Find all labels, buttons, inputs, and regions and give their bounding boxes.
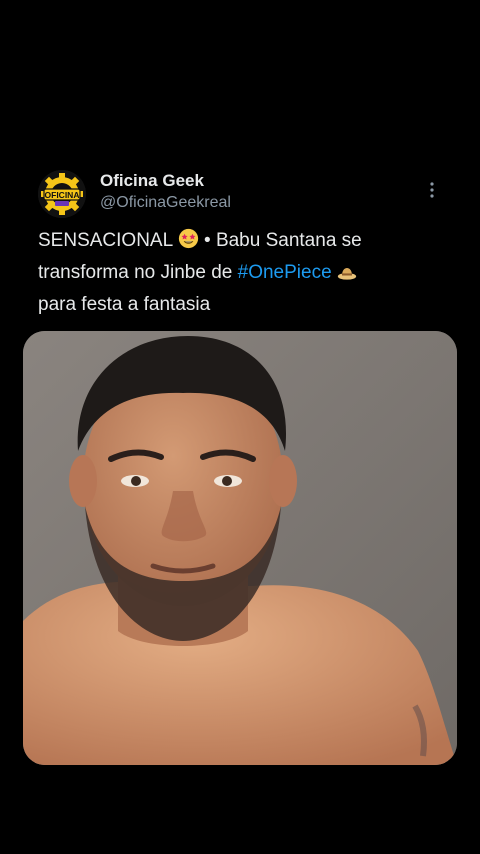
tweet-text-part1: SENSACIONAL [38, 230, 173, 251]
tweet-header: OFICINA Oficina Geek @OficinaGeekreal [0, 160, 480, 224]
straw-hat-emoji-icon [337, 261, 357, 290]
hashtag-link[interactable]: #OnePiece [238, 262, 332, 283]
tweet[interactable]: OFICINA Oficina Geek @OficinaGeekreal SE… [0, 160, 480, 765]
avatar[interactable]: OFICINA [38, 170, 86, 218]
user-handle[interactable]: @OficinaGeekreal [100, 192, 231, 214]
tweet-photo[interactable] [23, 331, 457, 765]
tweet-text: SENSACIONAL • Babu Santana se transforma… [38, 226, 448, 319]
star-struck-emoji-icon [178, 228, 199, 258]
svg-text:OFICINA: OFICINA [45, 190, 80, 200]
oficina-geek-logo: OFICINA [38, 170, 86, 218]
portrait-photo [23, 331, 457, 765]
display-name[interactable]: Oficina Geek [100, 170, 231, 192]
tweet-text-part3: para festa a fantasia [38, 294, 211, 315]
more-vertical-icon[interactable] [422, 180, 442, 200]
author-names[interactable]: Oficina Geek @OficinaGeekreal [100, 170, 231, 214]
